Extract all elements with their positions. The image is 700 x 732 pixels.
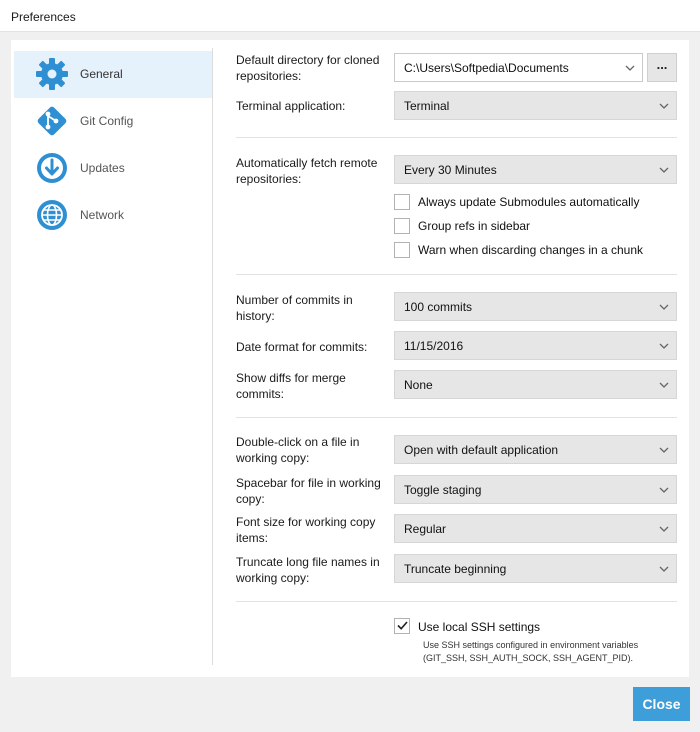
submodules-checkbox-label: Always update Submodules automatically	[418, 195, 640, 209]
terminal-label: Terminal application:	[236, 99, 346, 113]
submodules-checkbox[interactable]	[394, 194, 410, 210]
chevron-down-icon	[659, 566, 669, 572]
title-bar: Preferences	[0, 0, 700, 32]
commits-history-value: 100 commits	[404, 300, 473, 314]
merge-diffs-value: None	[404, 378, 433, 392]
default-directory-label: Default directory for cloned repositorie…	[236, 53, 380, 83]
preferences-panel: General Git Config Updates Network Defau…	[11, 40, 689, 677]
chevron-down-icon	[659, 382, 669, 388]
chevron-down-icon	[659, 526, 669, 532]
browse-button[interactable]: ...	[647, 53, 677, 82]
chevron-down-icon	[659, 167, 669, 173]
divider	[236, 274, 677, 275]
chevron-down-icon	[625, 65, 635, 71]
chevron-down-icon	[659, 103, 669, 109]
default-directory-combobox[interactable]: C:\Users\Softpedia\Documents	[394, 53, 643, 82]
auto-fetch-value: Every 30 Minutes	[404, 163, 497, 177]
truncate-label: Truncate long file names in working copy…	[236, 555, 380, 585]
chevron-down-icon	[659, 304, 669, 310]
ssh-settings-description: Use SSH settings configured in environme…	[423, 640, 639, 663]
double-click-value: Open with default application	[404, 443, 559, 457]
group-refs-checkbox-label: Group refs in sidebar	[418, 219, 531, 233]
general-settings: Default directory for cloned repositorie…	[11, 40, 689, 677]
window-title: Preferences	[11, 10, 76, 24]
font-size-dropdown[interactable]: Regular	[394, 514, 677, 543]
chevron-down-icon	[659, 343, 669, 349]
truncate-dropdown[interactable]: Truncate beginning	[394, 554, 677, 583]
terminal-dropdown[interactable]: Terminal	[394, 91, 677, 120]
spacebar-dropdown[interactable]: Toggle staging	[394, 475, 677, 504]
auto-fetch-label: Automatically fetch remote repositories:	[236, 156, 378, 186]
double-click-dropdown[interactable]: Open with default application	[394, 435, 677, 464]
truncate-value: Truncate beginning	[404, 562, 507, 576]
ssh-settings-label: Use local SSH settings	[418, 620, 541, 634]
terminal-value: Terminal	[404, 99, 450, 113]
double-click-label: Double-click on a file in working copy:	[236, 435, 360, 465]
date-format-label: Date format for commits:	[236, 340, 368, 354]
commits-history-label: Number of commits in history:	[236, 293, 353, 323]
merge-diffs-dropdown[interactable]: None	[394, 370, 677, 399]
font-size-value: Regular	[404, 522, 447, 536]
chevron-down-icon	[659, 447, 669, 453]
ssh-settings-checkbox[interactable]	[394, 618, 410, 634]
chevron-down-icon	[659, 487, 669, 493]
spacebar-label: Spacebar for file in working copy:	[236, 476, 381, 506]
date-format-value: 11/15/2016	[404, 339, 464, 353]
font-size-label: Font size for working copy items:	[236, 515, 376, 545]
spacebar-value: Toggle staging	[404, 483, 482, 497]
default-directory-value: C:\Users\Softpedia\Documents	[404, 61, 569, 75]
divider	[236, 601, 677, 602]
divider	[236, 417, 677, 418]
warn-discard-checkbox-label: Warn when discarding changes in a chunk	[418, 243, 644, 257]
divider	[236, 137, 677, 138]
warn-discard-checkbox[interactable]	[394, 242, 410, 258]
close-button[interactable]: Close	[633, 687, 690, 721]
merge-diffs-label: Show diffs for merge commits:	[236, 371, 346, 401]
commits-history-dropdown[interactable]: 100 commits	[394, 292, 677, 321]
date-format-dropdown[interactable]: 11/15/2016	[394, 331, 677, 360]
auto-fetch-dropdown[interactable]: Every 30 Minutes	[394, 155, 677, 184]
check-icon	[397, 621, 408, 630]
group-refs-checkbox[interactable]	[394, 218, 410, 234]
